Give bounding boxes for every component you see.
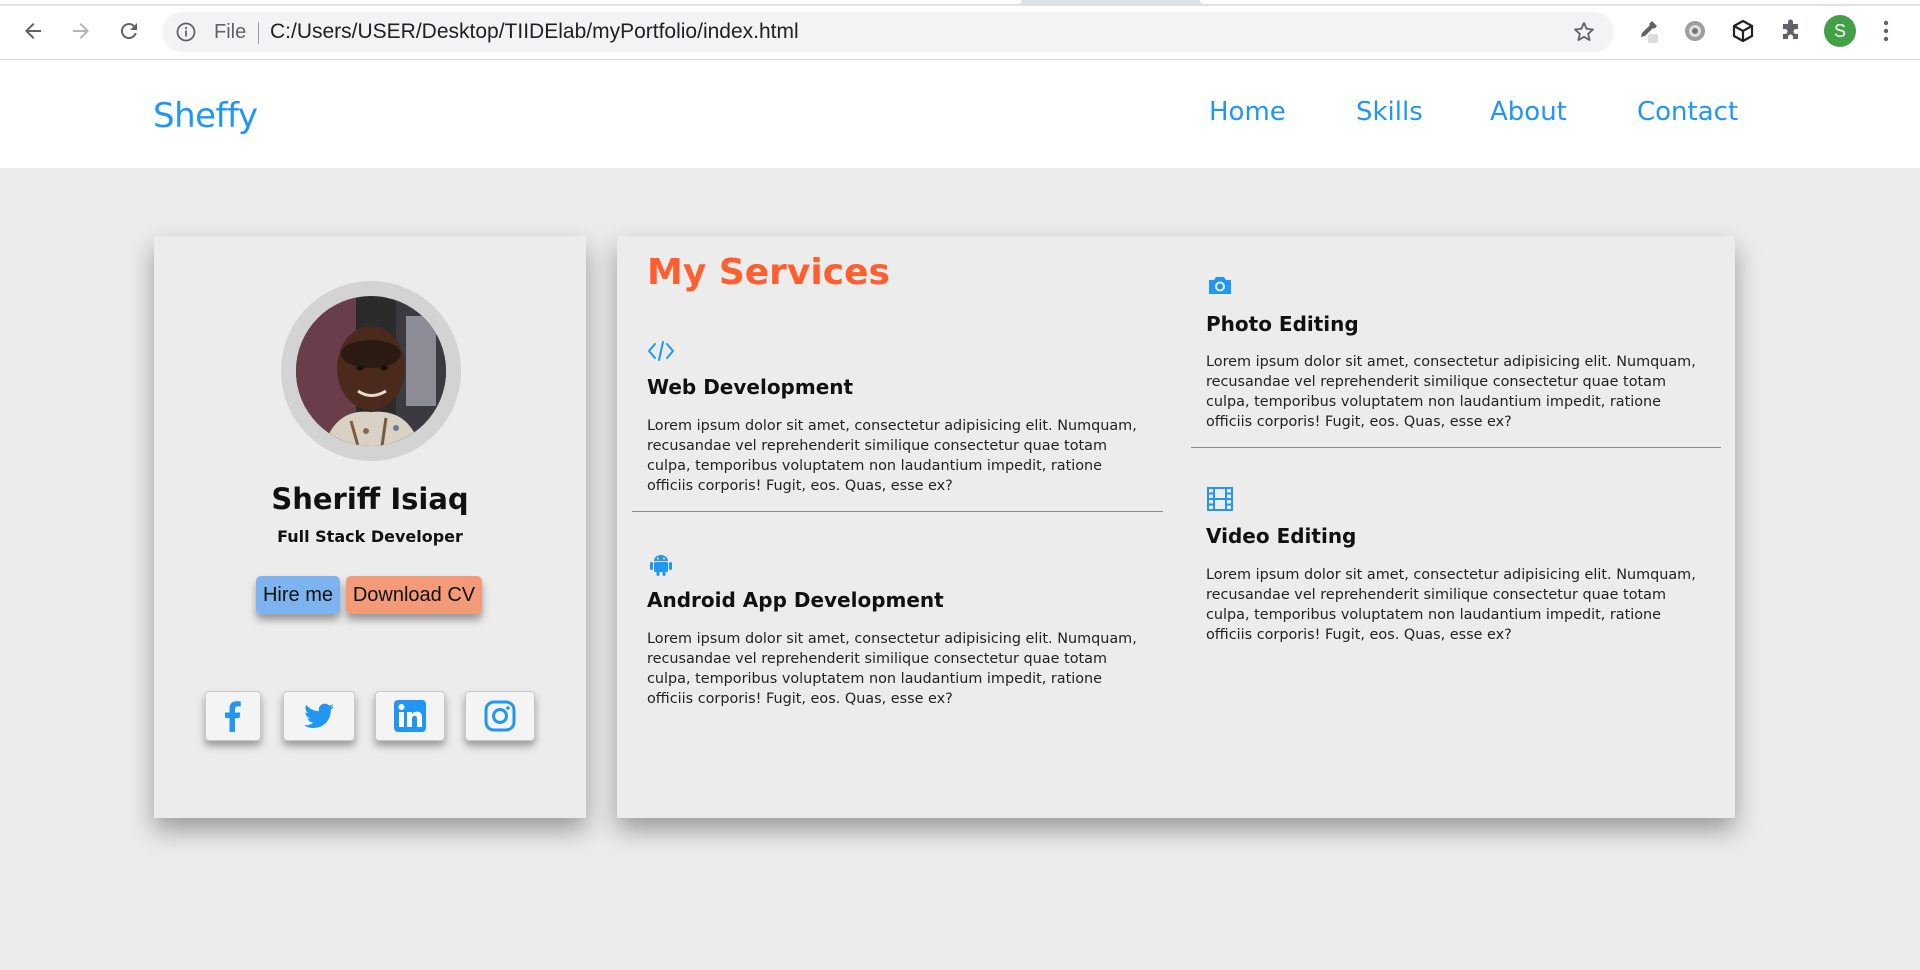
eyedropper-icon[interactable] [1634, 18, 1660, 44]
profile-avatar[interactable]: S [1824, 15, 1856, 47]
service-title: Video Editing [1206, 524, 1357, 548]
service-description: Lorem ipsum dolor sit amet, consectetur … [1206, 354, 1696, 430]
reload-button[interactable] [111, 14, 147, 48]
code-icon [648, 341, 674, 361]
nav-home[interactable]: Home [1209, 97, 1286, 127]
facebook-icon [225, 701, 241, 732]
profile-card: Sheriff Isiaq Full Stack Developer Hire … [154, 236, 586, 818]
linkedin-icon [394, 700, 426, 732]
camera-icon [1209, 277, 1231, 294]
star-icon[interactable] [1572, 20, 1596, 44]
twitter-link[interactable] [283, 691, 355, 741]
info-icon[interactable] [176, 22, 196, 42]
instagram-icon [484, 700, 516, 732]
address-bar[interactable]: File C:/Users/USER/Desktop/TIIDElab/myPo… [162, 12, 1614, 52]
site-logo[interactable]: Sheffy [153, 96, 258, 136]
avatar [296, 296, 446, 446]
nav-about[interactable]: About [1490, 97, 1567, 127]
cube-icon[interactable] [1730, 18, 1756, 44]
url-text[interactable]: C:/Users/USER/Desktop/TIIDElab/myPortfol… [270, 20, 799, 44]
site-header: Sheffy Home Skills About Contact [0, 60, 1920, 168]
hire-me-button[interactable]: Hire me [256, 576, 340, 614]
service-title: Photo Editing [1206, 312, 1359, 336]
tab-strip [0, 0, 1920, 6]
download-cv-button[interactable]: Download CV [346, 576, 482, 614]
service-description: Lorem ipsum dolor sit amet, consectetur … [1206, 567, 1696, 643]
avatar-frame [281, 281, 461, 461]
nav-skills[interactable]: Skills [1356, 97, 1423, 127]
gear-extension-icon[interactable] [1682, 18, 1708, 44]
services-card: My Services Web Development Lorem ipsum … [617, 236, 1735, 818]
services-title: My Services [647, 252, 890, 293]
service-title: Android App Development [647, 588, 944, 612]
tab[interactable] [0, 0, 1022, 4]
forward-button[interactable] [63, 14, 99, 48]
service-description: Lorem ipsum dolor sit amet, consectetur … [647, 631, 1137, 707]
divider [632, 511, 1163, 512]
reload-icon [120, 23, 137, 40]
instagram-link[interactable] [465, 691, 535, 741]
puzzle-icon[interactable] [1778, 18, 1804, 44]
service-description: Lorem ipsum dolor sit amet, consectetur … [647, 418, 1137, 494]
profile-name: Sheriff Isiaq [271, 482, 469, 516]
file-label: File [214, 21, 247, 43]
divider [1191, 447, 1721, 448]
android-icon [650, 555, 672, 576]
nav-contact[interactable]: Contact [1637, 97, 1738, 127]
arrow-right-icon [73, 23, 89, 39]
browser-toolbar: File C:/Users/USER/Desktop/TIIDElab/myPo… [0, 0, 1920, 60]
film-icon [1207, 487, 1233, 511]
twitter-icon [304, 703, 334, 728]
arrow-left-icon [25, 23, 41, 39]
linkedin-link[interactable] [375, 691, 445, 741]
more-menu-icon[interactable] [1876, 16, 1896, 46]
service-title: Web Development [647, 375, 854, 399]
tab[interactable] [1200, 0, 1920, 4]
facebook-link[interactable] [205, 691, 261, 741]
divider [258, 22, 259, 44]
back-button[interactable] [15, 14, 51, 48]
profile-role: Full Stack Developer [277, 527, 463, 546]
